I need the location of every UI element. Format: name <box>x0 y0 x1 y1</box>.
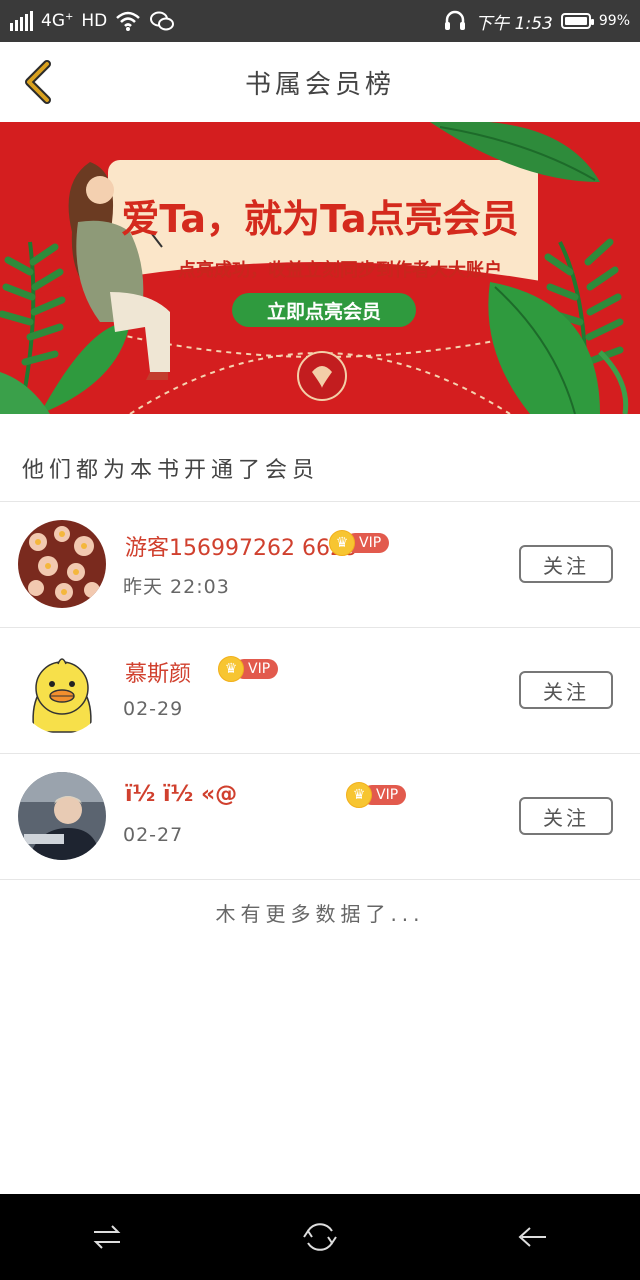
avatar[interactable] <box>18 646 106 734</box>
crown-icon: ♛ <box>346 782 372 808</box>
chevron-left-icon <box>25 60 51 104</box>
back-button[interactable] <box>16 58 60 106</box>
member-name: 游客156997262 6629 <box>125 536 358 561</box>
back-system-button[interactable] <box>503 1207 563 1267</box>
nav-bar: 书属会员榜 <box>0 42 640 122</box>
member-date: 02-27 <box>123 824 184 846</box>
follow-button[interactable]: 关注 <box>519 671 613 709</box>
divider <box>0 879 640 880</box>
status-bar: 4G+ HD 下午 1:53 99% <box>0 0 640 42</box>
follow-button[interactable]: 关注 <box>519 797 613 835</box>
member-row: ï½ ï½ «@ ♛ VIP 02-27 关注 <box>0 753 640 878</box>
duck-avatar-image <box>32 658 92 733</box>
member-row: 游客156997262 6629 ♛ VIP 昨天 22:03 关注 <box>0 501 640 626</box>
follow-button[interactable]: 关注 <box>519 545 613 583</box>
crown-icon: ♛ <box>218 656 244 682</box>
avatar[interactable] <box>18 772 106 860</box>
crown-icon: ♛ <box>329 530 355 556</box>
promo-banner[interactable]: 爱Ta，就为Ta点亮会员 点亮成功，收益立刻同步到作者大大账户 立即点亮会员 <box>0 122 640 414</box>
headset-icon <box>445 10 466 30</box>
home-circle-icon <box>303 1223 337 1251</box>
member-row: 慕斯颜 ♛ VIP 02-29 关注 <box>0 627 640 752</box>
vip-badge: ♛ VIP <box>346 782 407 808</box>
flower-avatar-image <box>18 520 106 608</box>
home-button[interactable] <box>290 1207 350 1267</box>
banner-subtitle: 点亮成功，收益立刻同步到作者大大账户 <box>178 260 502 281</box>
member-name: ï½ ï½ «@ <box>125 782 238 807</box>
page-title: 书属会员榜 <box>244 69 395 100</box>
hd-indicator: HD <box>81 11 108 31</box>
member-date: 02-29 <box>123 698 184 720</box>
vip-badge: ♛ VIP <box>329 530 390 556</box>
wifi-icon <box>116 11 141 31</box>
switch-arrows-icon <box>93 1225 121 1249</box>
banner-title: 爱Ta，就为Ta点亮会员 <box>121 197 519 241</box>
member-name: 慕斯颜 <box>125 662 192 687</box>
no-more-data-text: 木有更多数据了... <box>215 902 425 926</box>
battery-percent: 99% <box>598 13 630 29</box>
recent-apps-button[interactable] <box>77 1207 137 1267</box>
system-nav-bar <box>0 1194 640 1280</box>
signal-icon <box>10 11 33 31</box>
back-arrow-icon <box>518 1227 547 1247</box>
network-type: 4G+ <box>41 11 74 31</box>
light-up-vip-button[interactable]: 立即点亮会员 <box>232 293 416 327</box>
section-header: 他们都为本书开通了会员 <box>22 458 320 483</box>
avatar[interactable] <box>18 520 106 608</box>
photo-avatar-image <box>18 772 106 860</box>
vip-badge: ♛ VIP <box>218 656 279 682</box>
clock: 下午 1:53 <box>475 13 553 34</box>
battery-icon <box>560 13 594 29</box>
wechat-icon <box>150 11 175 31</box>
member-date: 昨天 22:03 <box>123 576 230 598</box>
